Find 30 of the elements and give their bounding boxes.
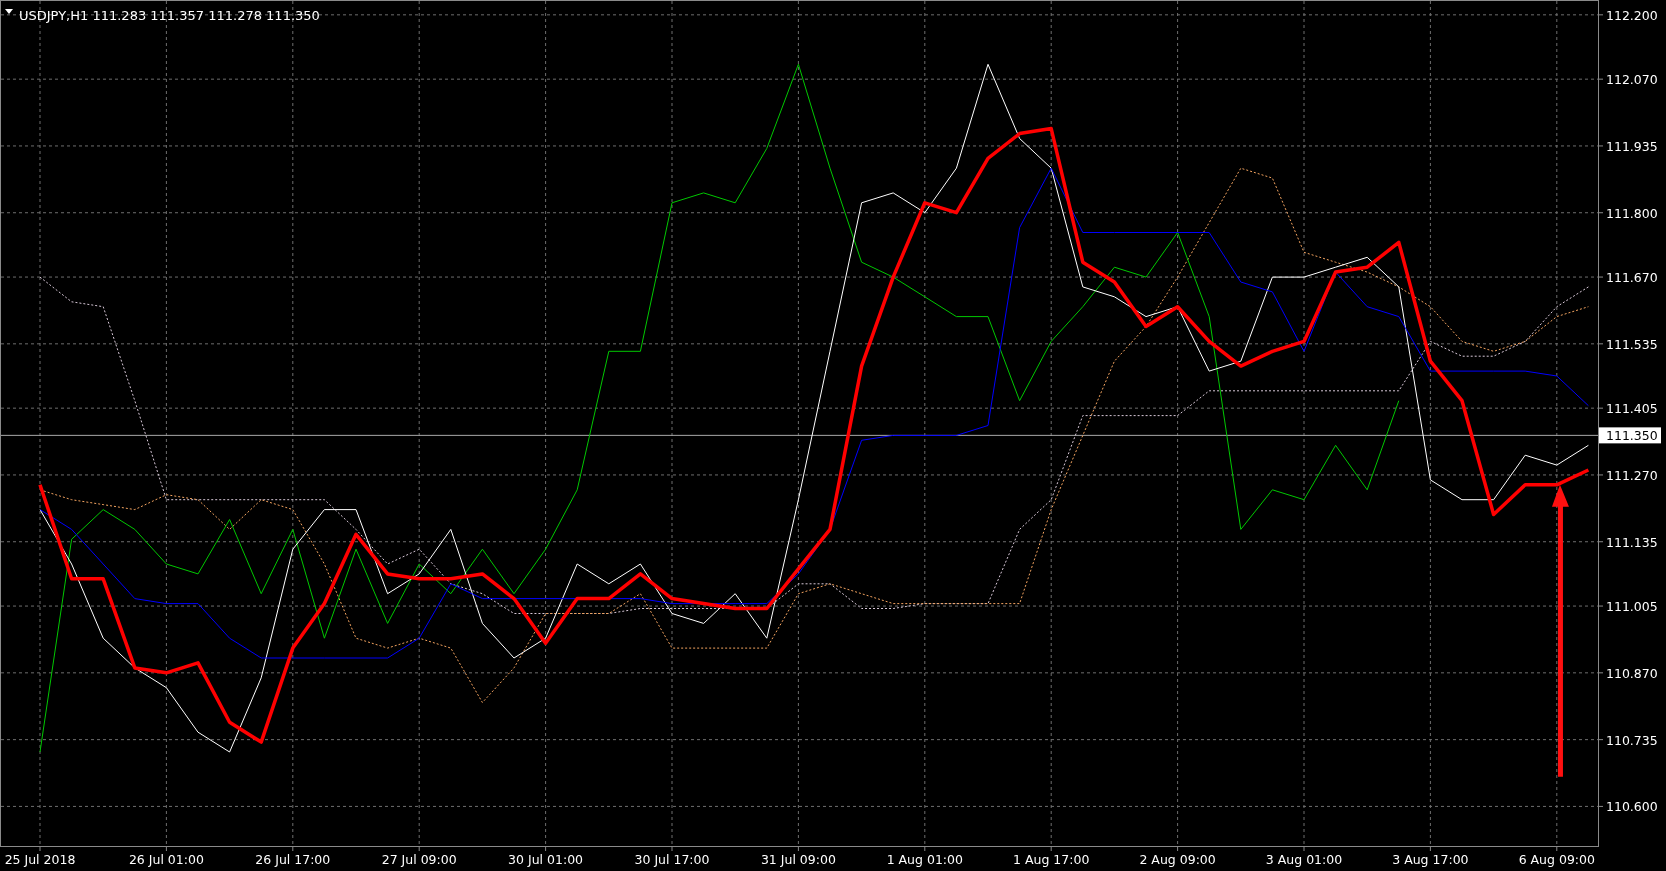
price-axis-label: 111.135 [1606,534,1658,550]
time-axis-label: 2 Aug 09:00 [1139,852,1216,867]
price-axis-label: 111.935 [1606,138,1658,154]
current-price-tag: 111.350 [1599,427,1661,444]
ref-line-label: 111.350 [1606,428,1658,444]
price-axis-label: 112.070 [1606,72,1658,88]
time-axis-label: 30 Jul 17:00 [634,852,710,867]
time-axis-label: 3 Aug 01:00 [1265,852,1343,867]
price-axis-label: 111.270 [1606,467,1658,483]
time-axis-label: 27 Jul 09:00 [381,852,457,867]
price-axis-label: 110.735 [1606,732,1658,748]
time-axis-label: 26 Jul 17:00 [255,852,331,867]
price-axis-label: 110.600 [1606,799,1658,815]
time-axis-label: 6 Aug 09:00 [1518,852,1595,867]
price-axis-label: 111.535 [1606,336,1658,352]
price-axis-label: 112.200 [1606,7,1658,23]
time-axis-label: 1 Aug 01:00 [886,852,963,867]
dropdown-triangle-icon[interactable] [5,9,13,14]
chart-header: USDJPY,H1 111.283 111.357 111.278 111.350 [19,8,320,23]
time-axis-label: 1 Aug 17:00 [1013,852,1090,867]
price-axis-label: 111.405 [1606,401,1658,417]
time-axis-label: 26 Jul 01:00 [128,852,204,867]
time-axis-label: 25 Jul 2018 [4,852,76,867]
time-axis-label: 31 Jul 09:00 [760,852,836,867]
time-axis-label: 3 Aug 17:00 [1392,852,1469,867]
price-axis-label: 111.670 [1606,270,1658,286]
price-axis-label: 111.005 [1606,599,1658,615]
time-axis-label: 30 Jul 01:00 [508,852,584,867]
price-axis-label: 110.870 [1606,665,1658,681]
price-axis-label: 111.800 [1606,205,1658,221]
